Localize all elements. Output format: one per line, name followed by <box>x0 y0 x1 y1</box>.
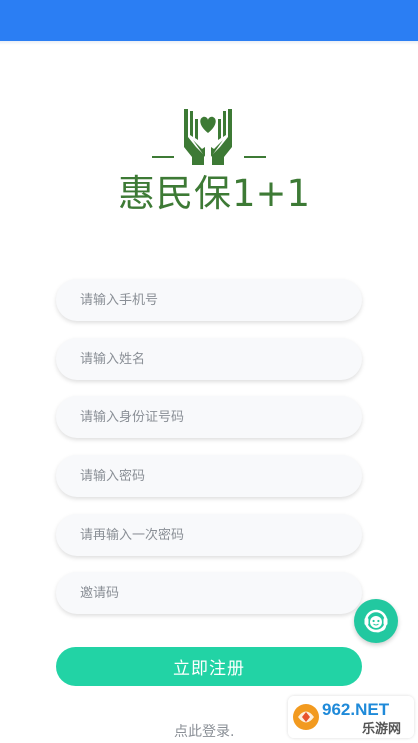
status-bar <box>0 0 418 41</box>
phone-input[interactable] <box>56 279 362 321</box>
invite-code-input[interactable] <box>56 572 362 614</box>
password-input[interactable] <box>56 455 362 497</box>
login-link[interactable]: 点此登录. <box>174 721 234 741</box>
name-input[interactable] <box>56 338 362 380</box>
headset-icon <box>364 609 388 633</box>
phone-field[interactable] <box>56 279 362 321</box>
invite-code-field[interactable] <box>56 572 362 614</box>
confirm-password-field[interactable] <box>56 514 362 556</box>
app-logo-text: 惠民保1+1 <box>118 170 310 218</box>
logo-dash-right <box>244 156 266 158</box>
hands-heart-icon <box>184 109 232 165</box>
confirm-password-input[interactable] <box>56 514 362 556</box>
id-number-input[interactable] <box>56 396 362 438</box>
watermark-logo: 962.NET 乐游网 <box>293 700 401 737</box>
password-field[interactable] <box>56 455 362 497</box>
watermark-brand: 962.NET <box>322 700 390 719</box>
register-button[interactable]: 立即注册 <box>56 647 362 686</box>
id-number-field[interactable] <box>56 396 362 438</box>
watermark-site: 乐游网 <box>362 721 401 737</box>
customer-service-button[interactable] <box>354 599 398 643</box>
logo-text-num: 1+1 <box>232 172 311 215</box>
name-field[interactable] <box>56 338 362 380</box>
logo-text-cn: 惠民保 <box>118 172 232 215</box>
status-bar-shadow <box>0 41 418 45</box>
logo-dash-left <box>152 156 174 158</box>
watermark: 962.NET 乐游网 <box>288 696 414 738</box>
